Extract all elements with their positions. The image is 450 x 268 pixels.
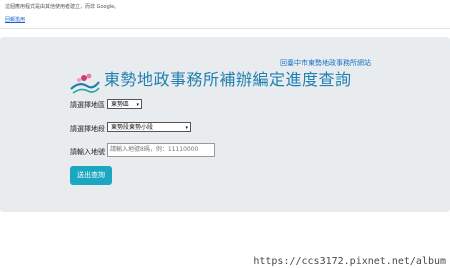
land-office-logo-icon [70, 73, 100, 94]
district-label: 請選擇地區 [70, 101, 105, 109]
query-panel [0, 37, 450, 212]
landno-label: 請輸入地號 [70, 148, 105, 156]
landno-input[interactable]: 請輸入地號8碼，例：11110000 [107, 143, 215, 157]
google-apps-script-banner: 這個應用程式是由其他使用者建立，而非 Google。 回報濫用 [0, 0, 450, 28]
banner-divider [0, 28, 450, 29]
chevron-down-icon: ▾ [185, 125, 188, 131]
district-select[interactable]: 東勢區 ▾ [107, 99, 142, 109]
page-title: 東勢地政事務所補辦編定進度查詢 [104, 70, 352, 89]
google-disclaimer: 這個應用程式是由其他使用者建立，而非 Google。 [5, 4, 120, 10]
section-select[interactable]: 東勢段東勢小段 ▾ [107, 122, 191, 132]
watermark-text: https://ccs3172.pixnet.net/album [253, 256, 446, 267]
section-selected-value: 東勢段東勢小段 [111, 124, 154, 131]
report-abuse-link[interactable]: 回報濫用 [5, 16, 25, 23]
section-label: 請選擇地段 [70, 125, 105, 133]
district-selected-value: 東勢區 [111, 101, 130, 108]
chevron-down-icon: ▾ [136, 102, 139, 108]
submit-query-button[interactable]: 送出查詢 [70, 166, 112, 185]
